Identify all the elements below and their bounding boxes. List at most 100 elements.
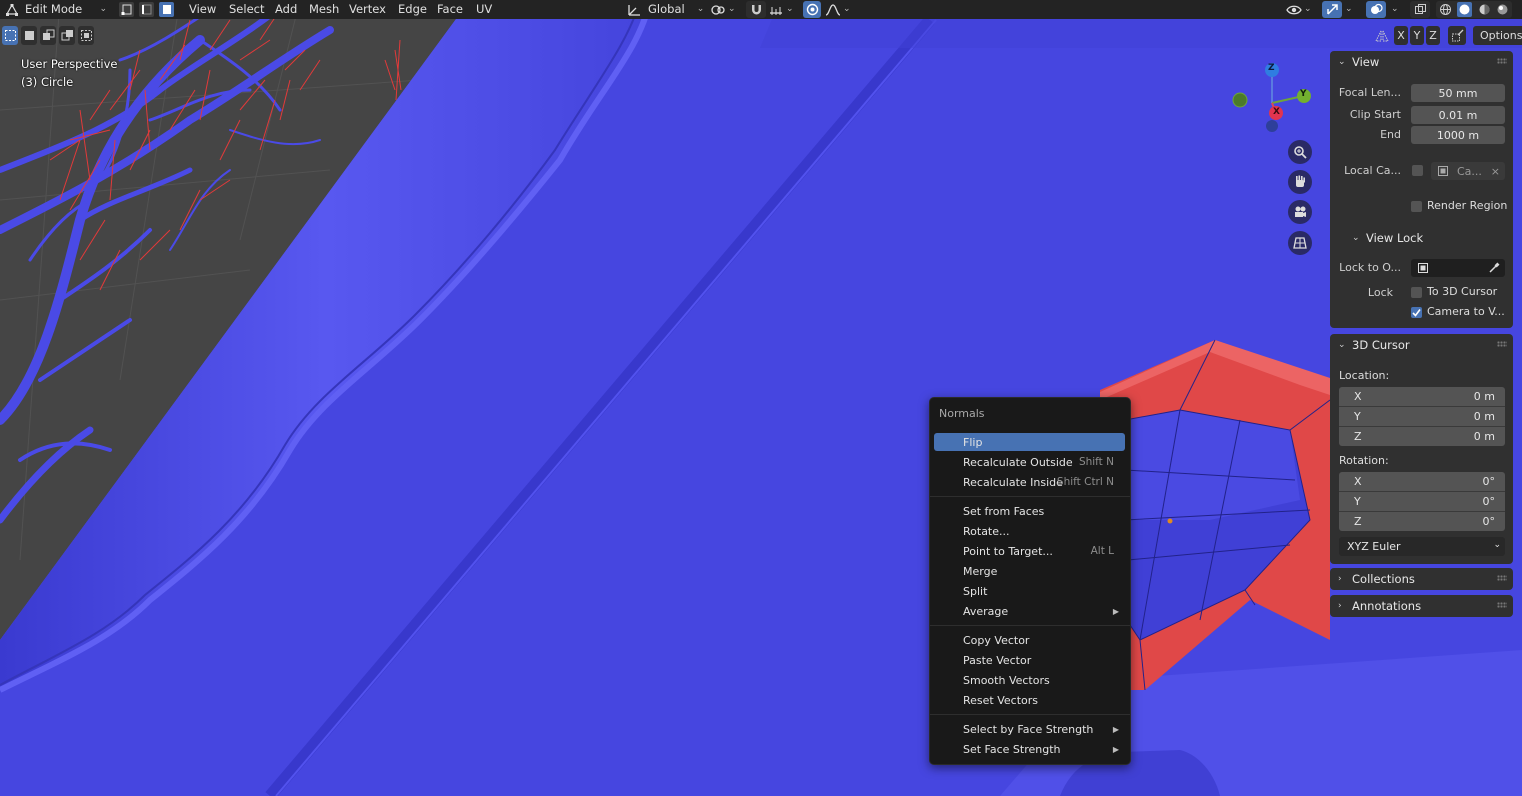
- cursor-location-z-field[interactable]: Z 0 m: [1339, 426, 1505, 446]
- drag-handle-icon[interactable]: [1497, 602, 1507, 608]
- snap-target-dropdown[interactable]: ⌄: [768, 0, 798, 19]
- solid-shading-icon[interactable]: [1457, 2, 1473, 17]
- view-panel-title: View: [1352, 55, 1380, 69]
- menu-item-rotate[interactable]: Rotate...: [934, 522, 1125, 540]
- cursor-location-y-field[interactable]: Y 0 m: [1339, 406, 1505, 426]
- focal-length-field[interactable]: 50 mm: [1411, 84, 1505, 102]
- select-mode-subtract[interactable]: [59, 26, 75, 45]
- axis-label: Y: [1354, 410, 1361, 423]
- select-mode-extend[interactable]: [40, 26, 56, 45]
- rendered-shading-icon[interactable]: [1496, 3, 1509, 16]
- camera-view-button[interactable]: [1288, 200, 1312, 224]
- shading-mode-group: [1436, 1, 1512, 18]
- mode-dropdown[interactable]: Edit Mode ⌄: [0, 0, 112, 19]
- snap-toggle[interactable]: [746, 1, 766, 18]
- falloff-curve-icon: [825, 3, 841, 16]
- menu-vertex[interactable]: Vertex: [349, 0, 386, 19]
- transform-orientation-dropdown[interactable]: Global ⌄: [626, 0, 704, 19]
- cursor-rotation-x-field[interactable]: X 0°: [1339, 472, 1505, 491]
- menu-add[interactable]: Add: [275, 0, 297, 19]
- close-icon[interactable]: ×: [1491, 165, 1500, 178]
- menu-item-flip[interactable]: Flip: [934, 433, 1125, 451]
- proportional-editing-toggle[interactable]: [803, 1, 821, 18]
- eyedropper-icon[interactable]: [1488, 262, 1500, 274]
- menu-item-label: Recalculate Outside: [963, 455, 1073, 469]
- falloff-dropdown[interactable]: ⌄: [825, 0, 855, 19]
- chevron-down-icon: ⌄: [728, 4, 736, 14]
- annotations-panel[interactable]: › Annotations: [1330, 595, 1513, 617]
- menu-item-split[interactable]: Split: [934, 582, 1125, 600]
- menu-item-copy-vector[interactable]: Copy Vector: [934, 631, 1125, 649]
- wireframe-shading-icon[interactable]: [1439, 3, 1452, 16]
- mirror-x-toggle[interactable]: X: [1394, 26, 1408, 45]
- menu-item-reset-vectors[interactable]: Reset Vectors: [934, 691, 1125, 709]
- pan-button[interactable]: [1288, 170, 1312, 194]
- zoom-button[interactable]: [1288, 140, 1312, 164]
- rotation-mode-dropdown[interactable]: XYZ Euler ⌄: [1339, 537, 1505, 556]
- perspective-toggle-button[interactable]: [1288, 231, 1312, 255]
- menu-edge[interactable]: Edge: [398, 0, 427, 19]
- menu-mesh[interactable]: Mesh: [309, 0, 339, 19]
- menu-item-point-to-target[interactable]: Point to Target... Alt L: [934, 542, 1125, 560]
- mirror-y-toggle[interactable]: Y: [1410, 26, 1424, 45]
- menu-item-average[interactable]: Average ▶: [934, 602, 1125, 620]
- menu-view[interactable]: View: [189, 0, 216, 19]
- view-panel-header[interactable]: ⌄ View: [1330, 51, 1513, 73]
- lock-to-3d-cursor-checkbox[interactable]: [1411, 287, 1422, 298]
- menu-item-set-face-strength[interactable]: Set Face Strength ▶: [934, 740, 1125, 758]
- cursor-rotation-y-field[interactable]: Y 0°: [1339, 491, 1505, 511]
- mirror-z-toggle[interactable]: Z: [1426, 26, 1440, 45]
- chevron-down-icon[interactable]: ⌄: [1345, 0, 1353, 19]
- drag-handle-icon[interactable]: [1497, 341, 1507, 347]
- render-region-checkbox[interactable]: [1411, 201, 1422, 212]
- clip-end-field[interactable]: 1000 m: [1411, 126, 1505, 144]
- options-dropdown[interactable]: Options: [1473, 26, 1522, 45]
- menu-item-merge[interactable]: Merge: [934, 562, 1125, 580]
- local-camera-field[interactable]: Ca... ×: [1431, 162, 1505, 180]
- cursor-rotation-z-field[interactable]: Z 0°: [1339, 511, 1505, 531]
- select-box-tool[interactable]: [2, 26, 18, 45]
- pivot-point-dropdown[interactable]: ⌄: [710, 0, 740, 19]
- select-mode-intersect[interactable]: [78, 26, 94, 45]
- mirror-options-button[interactable]: [1373, 26, 1391, 45]
- collections-panel-header[interactable]: › Collections: [1330, 568, 1513, 590]
- menu-item-set-from-faces[interactable]: Set from Faces: [934, 502, 1125, 520]
- lock-to-object-field[interactable]: [1411, 259, 1505, 277]
- face-select-button[interactable]: [159, 2, 174, 17]
- camera-to-view-checkbox[interactable]: [1411, 307, 1422, 318]
- drag-handle-icon[interactable]: [1497, 575, 1507, 581]
- collections-panel[interactable]: › Collections: [1330, 568, 1513, 590]
- gizmo-toggle[interactable]: [1322, 1, 1342, 18]
- menu-item-label: Flip: [963, 435, 983, 449]
- menu-item-select-by-face-strength[interactable]: Select by Face Strength ▶: [934, 720, 1125, 738]
- auto-merge-toggle[interactable]: [1448, 26, 1466, 45]
- xray-toggle[interactable]: [1410, 1, 1430, 18]
- eye-icon: [1286, 5, 1302, 14]
- 3d-cursor-panel-header[interactable]: ⌄ 3D Cursor: [1330, 334, 1513, 356]
- menu-select[interactable]: Select: [229, 0, 264, 19]
- annotations-title: Annotations: [1352, 599, 1422, 613]
- menu-item-smooth-vectors[interactable]: Smooth Vectors: [934, 671, 1125, 689]
- select-mode-new[interactable]: [21, 26, 37, 45]
- material-shading-icon[interactable]: [1478, 3, 1491, 16]
- menu-uv[interactable]: UV: [476, 0, 492, 19]
- edge-select-button[interactable]: [139, 2, 154, 17]
- view-lock-subpanel-header[interactable]: ⌄ View Lock: [1330, 227, 1513, 249]
- menu-item-paste-vector[interactable]: Paste Vector: [934, 651, 1125, 669]
- vertex-select-button[interactable]: [119, 2, 134, 17]
- overlays-toggle[interactable]: [1366, 1, 1386, 18]
- annotations-panel-header[interactable]: › Annotations: [1330, 595, 1513, 617]
- 3d-viewport[interactable]: User Perspective (3) Circle Z Y X: [0, 0, 1522, 796]
- menu-item-recalculate-outside[interactable]: Recalculate Outside Shift N: [934, 453, 1125, 471]
- menu-face[interactable]: Face: [437, 0, 463, 19]
- chevron-down-icon: ⌄: [843, 4, 851, 14]
- clip-start-field[interactable]: 0.01 m: [1411, 106, 1505, 124]
- cursor-location-x-field[interactable]: X 0 m: [1339, 387, 1505, 406]
- visibility-dropdown[interactable]: ⌄: [1286, 0, 1316, 19]
- select-subtract-icon: [61, 30, 73, 41]
- local-camera-checkbox[interactable]: [1412, 165, 1423, 176]
- drag-handle-icon[interactable]: [1497, 58, 1507, 64]
- chevron-down-icon[interactable]: ⌄: [1391, 0, 1399, 19]
- vertex-select-icon: [121, 4, 132, 15]
- menu-item-recalculate-inside[interactable]: Recalculate Inside Shift Ctrl N: [934, 473, 1125, 491]
